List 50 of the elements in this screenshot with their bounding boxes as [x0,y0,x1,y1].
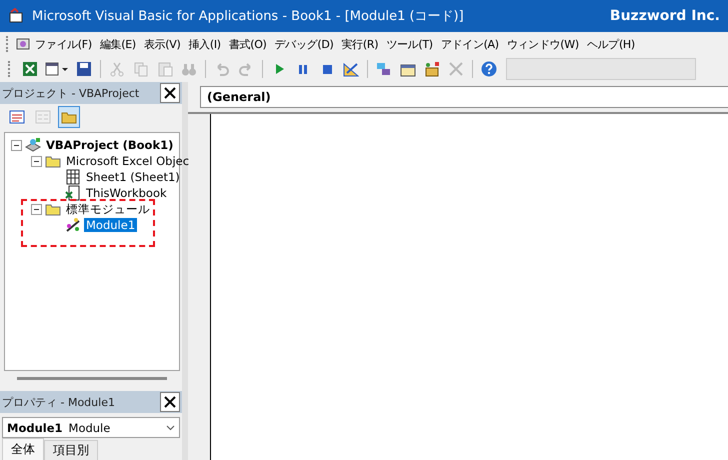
collapse-toggle[interactable] [31,204,42,214]
ruler-triangle-icon [343,61,359,77]
close-button[interactable] [160,392,180,412]
scissors-icon [109,61,125,77]
panel-title: プロジェクト - VBAProject [2,86,140,100]
sheet-icon [65,169,81,185]
tree-item[interactable]: 標準モジュール [64,202,152,216]
tree-item[interactable]: ThisWorkbook [84,186,169,200]
panel-title: プロパティ - Module1 [2,394,115,410]
tree-item[interactable]: Sheet1 (Sheet1) [84,170,182,184]
menu-item[interactable]: ウィンドウ(W) [502,34,583,54]
collapse-toggle[interactable] [31,156,42,166]
menu-app-icon [15,36,31,52]
form-view-icon [35,109,51,125]
chevron-down-icon [166,424,175,430]
app-icon [8,8,24,24]
view-button[interactable] [58,106,80,128]
objects-box-icon [424,61,440,77]
tab[interactable]: 全体 [2,438,44,460]
tree-item[interactable]: VBAProject (Book1) [44,138,176,152]
menu-item[interactable]: アドイン(A) [436,34,503,54]
object-combo[interactable]: (General) [200,86,728,108]
binoculars-icon [181,61,197,77]
spreadsheet-icon [22,61,38,77]
toolbar-field[interactable] [506,58,696,80]
project-icon [25,137,41,153]
tab[interactable]: 項目別 [44,440,98,460]
menu-item[interactable]: 挿入(I) [184,34,225,54]
menu-item[interactable]: ファイル(F) [31,34,96,54]
module-icon [65,217,81,233]
code-view-icon [9,109,25,125]
workbook-icon [65,185,81,201]
form-icon [45,61,69,77]
menu-item[interactable]: 編集(E) [96,34,140,54]
menu-item[interactable]: 実行(R) [338,34,382,54]
tree-item[interactable]: Module1 [84,218,138,232]
tree-item[interactable]: Microsoft Excel Objec [64,154,192,168]
object-dropdown[interactable]: Module1 Module [2,417,180,438]
menu-item[interactable]: 書式(O) [224,34,271,54]
close-button[interactable] [160,83,180,103]
collapse-toggle[interactable] [11,140,22,150]
menu-item[interactable]: ヘルプ(H) [582,34,639,54]
help-icon [481,61,497,77]
menu-item[interactable]: デバッグ(D) [270,34,338,54]
copy-icon [133,61,149,77]
menu-item[interactable]: 表示(V) [140,34,184,54]
brand-label: Buzzword Inc. [610,8,720,24]
window-title: Microsoft Visual Basic for Applications - Book1 - [Module1 (コード)] [32,8,465,25]
clipboard-icon [157,61,173,77]
menu-item[interactable]: ツール(T) [382,34,437,54]
